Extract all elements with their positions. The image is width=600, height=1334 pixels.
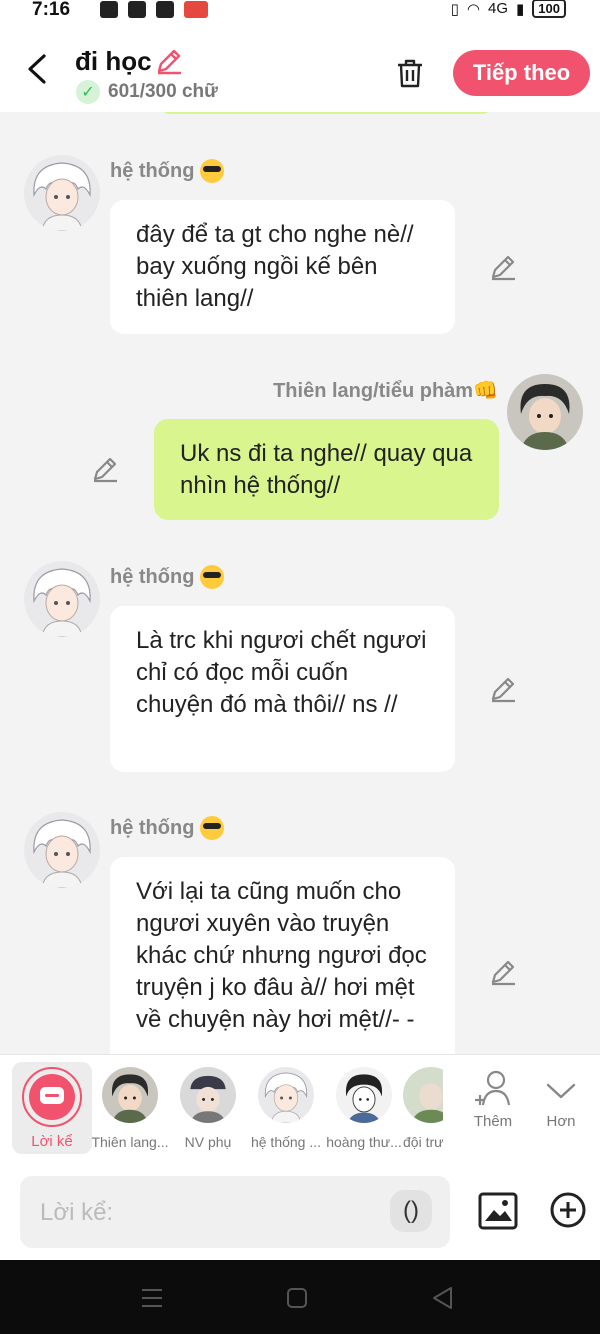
vibrate-icon: ▯ xyxy=(450,0,459,18)
character-avatar xyxy=(336,1067,392,1123)
avatar-thien-lang[interactable] xyxy=(507,374,583,450)
message-bubble[interactable]: Với lại ta cũng muốn cho ngươi xuyên vào… xyxy=(110,857,455,1054)
character-selector: Lời kể Thiên lang... NV phụ hệ thống ...… xyxy=(0,1054,600,1167)
wifi-icon: ◠ xyxy=(466,0,481,18)
parentheses-button[interactable]: () xyxy=(390,1190,432,1232)
status-bar: 7:16 ▯ ◠ 4G ▮ 100 xyxy=(0,0,600,22)
character-avatar xyxy=(180,1067,236,1123)
character-avatar xyxy=(102,1067,158,1123)
message-bubble[interactable]: Là trc khi ngươi chết ngươi chỉ có đọc m… xyxy=(110,606,455,772)
add-person-icon xyxy=(475,1070,511,1106)
character-item[interactable]: Thiên lang... xyxy=(91,1067,169,1150)
previous-bubble-edge xyxy=(160,112,492,114)
network-label: 4G xyxy=(488,0,509,17)
home-icon[interactable] xyxy=(286,1287,308,1309)
edit-title-icon[interactable] xyxy=(154,46,184,76)
word-count-text: 601/300 chữ xyxy=(108,81,218,102)
edit-message-icon[interactable] xyxy=(488,252,518,282)
menu-icon[interactable] xyxy=(140,1287,164,1309)
word-count: ✓ 601/300 chữ xyxy=(76,80,218,104)
editor-header: đi học ✓ 601/300 chữ Tiếp theo xyxy=(0,22,600,112)
edit-message-icon[interactable] xyxy=(488,957,518,987)
chat-bubble-icon xyxy=(40,1087,64,1104)
add-icon[interactable] xyxy=(549,1191,587,1229)
message-feed[interactable]: hệ thống đây để ta gt cho nghe nè// bay … xyxy=(0,112,600,1054)
avatar-he-thong[interactable] xyxy=(24,812,100,888)
message-bubble[interactable]: đây để ta gt cho nghe nè// bay xuống ngồ… xyxy=(110,200,455,334)
back-nav-icon[interactable] xyxy=(430,1285,454,1311)
sunglasses-emoji xyxy=(200,159,225,183)
chapter-title: đi học xyxy=(75,46,152,76)
avatar-he-thong[interactable] xyxy=(24,561,100,637)
sunglasses-emoji xyxy=(200,816,225,840)
avatar-he-thong[interactable] xyxy=(24,155,100,231)
character-avatar xyxy=(403,1067,443,1123)
add-character-button[interactable]: Thêm xyxy=(463,1069,523,1130)
chevron-down-icon xyxy=(546,1083,576,1099)
composer-box: () xyxy=(20,1176,450,1248)
message-bubble[interactable]: Uk ns đi ta nghe// quay qua nhìn hệ thốn… xyxy=(154,419,499,520)
speaker-label: Thiên lang/tiểu phàm👊 xyxy=(273,380,498,402)
status-app-icons xyxy=(100,1,208,18)
more-button[interactable]: Hơn xyxy=(531,1069,591,1130)
battery-indicator: 100 xyxy=(532,0,566,18)
edit-message-icon[interactable] xyxy=(488,674,518,704)
character-item[interactable]: hoàng thư... xyxy=(325,1067,403,1150)
status-time: 7:16 xyxy=(32,0,71,20)
next-button[interactable]: Tiếp theo xyxy=(453,50,590,96)
character-avatar xyxy=(258,1067,314,1123)
facebook-icon xyxy=(128,1,146,18)
character-item[interactable]: hệ thống ... xyxy=(247,1067,325,1150)
narration-input[interactable] xyxy=(38,1194,382,1232)
status-right: ▯ ◠ 4G ▮ 100 xyxy=(451,0,566,18)
narration-label: Lời kể xyxy=(31,1133,73,1150)
back-arrow-icon[interactable] xyxy=(24,54,50,84)
check-icon: ✓ xyxy=(76,80,100,104)
speaker-label: hệ thống xyxy=(110,159,225,183)
speaker-label: hệ thống xyxy=(110,565,225,589)
sunglasses-emoji xyxy=(200,565,225,589)
signal-icon: ▮ xyxy=(516,0,525,18)
composer: () xyxy=(0,1166,600,1260)
mangatoon-icon xyxy=(184,1,208,18)
character-item[interactable]: NV phụ xyxy=(169,1067,247,1150)
narration-character[interactable]: Lời kể xyxy=(12,1062,92,1154)
edit-message-icon[interactable] xyxy=(90,454,120,484)
app-icon xyxy=(156,1,174,18)
image-icon[interactable] xyxy=(477,1191,519,1231)
character-item[interactable]: đội trư xyxy=(403,1067,443,1150)
trash-icon[interactable] xyxy=(394,57,426,89)
speaker-label: hệ thống xyxy=(110,816,225,840)
system-nav-bar xyxy=(0,1260,600,1334)
settings-icon xyxy=(100,1,118,18)
